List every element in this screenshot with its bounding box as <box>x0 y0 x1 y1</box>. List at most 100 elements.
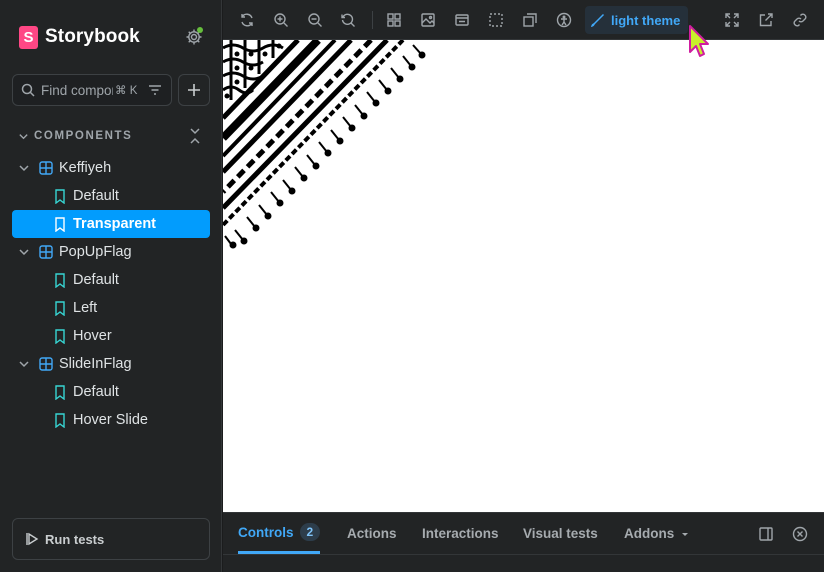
component-icon <box>39 357 53 371</box>
run-tests-label: Run tests <box>45 531 105 547</box>
tab-label: Visual tests <box>523 526 598 541</box>
remount-icon <box>241 13 253 27</box>
zoom-in-icon <box>274 13 288 27</box>
tab-addons-menu[interactable]: Addons <box>624 513 690 554</box>
chevron-down-icon <box>19 249 29 256</box>
search-input[interactable] <box>41 82 113 98</box>
search-shortcut: ⌘ K <box>115 85 138 97</box>
open-new-tab-button[interactable] <box>756 10 776 30</box>
tree-item-label: SlideInFlag <box>59 356 132 372</box>
panel-position-icon[interactable] <box>757 525 775 543</box>
tab-visual-tests[interactable]: Visual tests <box>523 513 598 554</box>
story-canvas[interactable] <box>223 40 824 512</box>
chevron-down-icon <box>19 133 28 139</box>
component-icon <box>39 245 53 259</box>
caret-down-icon <box>682 532 689 536</box>
tab-label: Controls <box>238 524 294 540</box>
zoom-out-icon <box>308 13 322 27</box>
tree-item-label: Default <box>73 384 119 400</box>
addons-panel: Controls 2 Actions Interactions Visual t… <box>223 512 824 572</box>
tree-item-label: PopUpFlag <box>59 244 132 260</box>
sidebar: S Storybook ⌘ K COMPONENTS Keffiyeh Defa… <box>0 0 222 572</box>
tab-interactions[interactable]: Interactions <box>422 513 499 554</box>
paintbrush-icon <box>591 13 605 27</box>
zoom-in-button[interactable] <box>271 10 291 30</box>
tree-component-keffiyeh[interactable]: Keffiyeh <box>12 154 210 182</box>
outline-icon <box>489 13 503 27</box>
tree-item-label: Hover Slide <box>73 412 148 428</box>
run-tests-button[interactable]: Run tests <box>12 518 210 560</box>
preview-toolbar: light theme <box>223 0 824 40</box>
tree-item-label: Hover <box>73 328 112 344</box>
remount-button[interactable] <box>237 10 257 30</box>
tree-item-label: Default <box>73 188 119 204</box>
tab-label: Addons <box>624 526 675 541</box>
bookmark-icon <box>55 272 65 288</box>
outline-button[interactable] <box>486 10 506 30</box>
grid-button[interactable] <box>384 10 404 30</box>
component-icon <box>39 161 53 175</box>
tab-label: Interactions <box>422 526 499 541</box>
zoom-reset-button[interactable] <box>338 10 358 30</box>
tree-item-label: Transparent <box>73 216 156 232</box>
tree-component-popupflag[interactable]: PopUpFlag <box>12 238 210 266</box>
tab-bar-divider <box>223 554 824 555</box>
tree-story-keffiyeh-default[interactable]: Default <box>12 182 210 210</box>
grid-icon <box>387 13 401 27</box>
chevron-down-icon <box>19 165 29 172</box>
bookmark-icon <box>55 300 65 316</box>
mouse-cursor-icon <box>689 25 709 57</box>
measure-icon <box>523 13 537 27</box>
tree-story-keffiyeh-transparent[interactable]: Transparent <box>12 210 210 238</box>
accessibility-button[interactable] <box>554 10 574 30</box>
play-icon <box>26 532 39 546</box>
create-button[interactable] <box>178 74 210 106</box>
storybook-logo-icon: S <box>19 25 38 49</box>
close-panel-icon[interactable] <box>791 525 809 543</box>
copy-link-icon <box>793 13 807 27</box>
measure-button[interactable] <box>520 10 540 30</box>
bookmark-icon <box>55 188 65 204</box>
tab-controls[interactable]: Controls 2 <box>238 513 321 554</box>
tree-story-slideinflag-hover-slide[interactable]: Hover Slide <box>12 406 210 434</box>
update-status-dot <box>197 27 203 33</box>
tree-item-label: Left <box>73 300 98 316</box>
bookmark-icon <box>55 412 65 428</box>
viewport-icon <box>455 14 469 26</box>
tab-actions[interactable]: Actions <box>347 513 397 554</box>
fullscreen-button[interactable] <box>722 10 742 30</box>
bookmark-icon <box>55 384 65 400</box>
section-label: COMPONENTS <box>34 130 133 142</box>
bookmark-icon <box>55 328 65 344</box>
background-button[interactable] <box>418 10 438 30</box>
accessibility-icon <box>556 12 572 28</box>
brand-name: Storybook <box>45 26 140 47</box>
components-section-header[interactable]: COMPONENTS <box>18 126 204 146</box>
zoom-out-button[interactable] <box>305 10 325 30</box>
tab-label: Actions <box>347 526 397 541</box>
tree-item-label: Keffiyeh <box>59 160 112 176</box>
viewport-button[interactable] <box>452 10 472 30</box>
tree-story-popupflag-default[interactable]: Default <box>12 266 210 294</box>
copy-link-button[interactable] <box>790 10 810 30</box>
search-box[interactable]: ⌘ K <box>12 74 172 106</box>
tree-story-popupflag-hover[interactable]: Hover <box>12 322 210 350</box>
theme-toggle-button[interactable]: light theme <box>585 6 688 34</box>
fullscreen-icon <box>725 13 739 27</box>
brand[interactable]: S Storybook <box>19 25 140 49</box>
zoom-reset-icon <box>341 13 355 27</box>
collapse-all-icon[interactable] <box>186 127 204 145</box>
chevron-down-icon <box>19 361 29 368</box>
tree-component-slideinflag[interactable]: SlideInFlag <box>12 350 210 378</box>
keffiyeh-pattern-icon <box>223 40 426 249</box>
background-icon <box>421 13 435 27</box>
plus-icon <box>188 84 200 96</box>
bookmark-icon <box>55 216 65 232</box>
theme-toggle-label: light theme <box>611 12 681 28</box>
open-new-tab-icon <box>759 13 773 27</box>
tree-story-popupflag-left[interactable]: Left <box>12 294 210 322</box>
toolbar-separator <box>372 11 373 29</box>
filter-icon[interactable] <box>147 82 163 98</box>
tree-story-slideinflag-default[interactable]: Default <box>12 378 210 406</box>
controls-count-badge: 2 <box>299 523 321 541</box>
